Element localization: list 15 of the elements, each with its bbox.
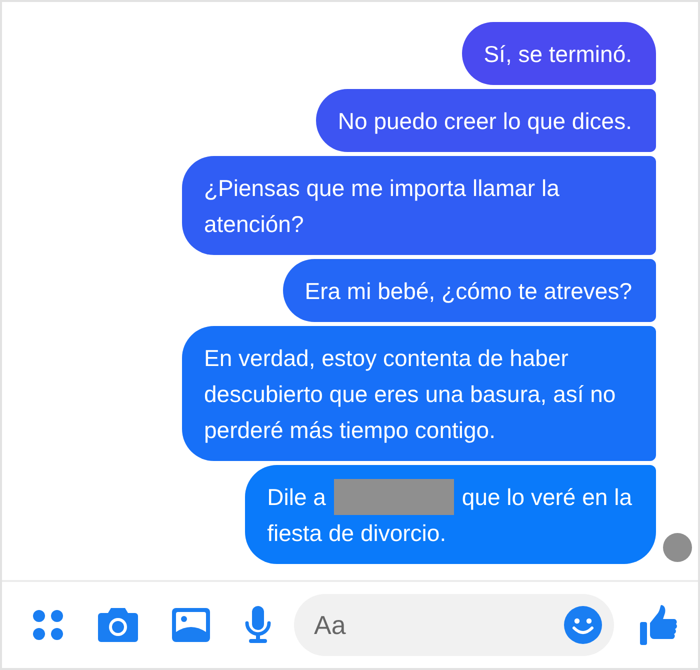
- microphone-icon[interactable]: [244, 606, 272, 644]
- message-text: Dile a: [267, 484, 326, 510]
- message-field[interactable]: Aa: [294, 594, 614, 656]
- thumbs-up-icon[interactable]: [640, 605, 678, 645]
- camera-icon[interactable]: [98, 608, 138, 642]
- message-text: Era mi bebé, ¿cómo te atreves?: [304, 278, 632, 304]
- message-text: Sí, se terminó.: [484, 41, 632, 67]
- message-text: fiesta de divorcio.: [267, 520, 446, 546]
- message-text: ¿Piensas que me importa llamar la atención?: [204, 175, 560, 237]
- image-icon[interactable]: [172, 608, 210, 642]
- apps-icon[interactable]: [32, 609, 64, 641]
- smiley-icon[interactable]: [564, 606, 602, 644]
- message-text: No puedo creer lo que dices.: [338, 108, 632, 134]
- message-text: que lo veré en la: [462, 484, 632, 510]
- message-text: En verdad, estoy contenta de haber descubierto que eres una basura, así no perderé más tiempo contigo.: [204, 345, 616, 443]
